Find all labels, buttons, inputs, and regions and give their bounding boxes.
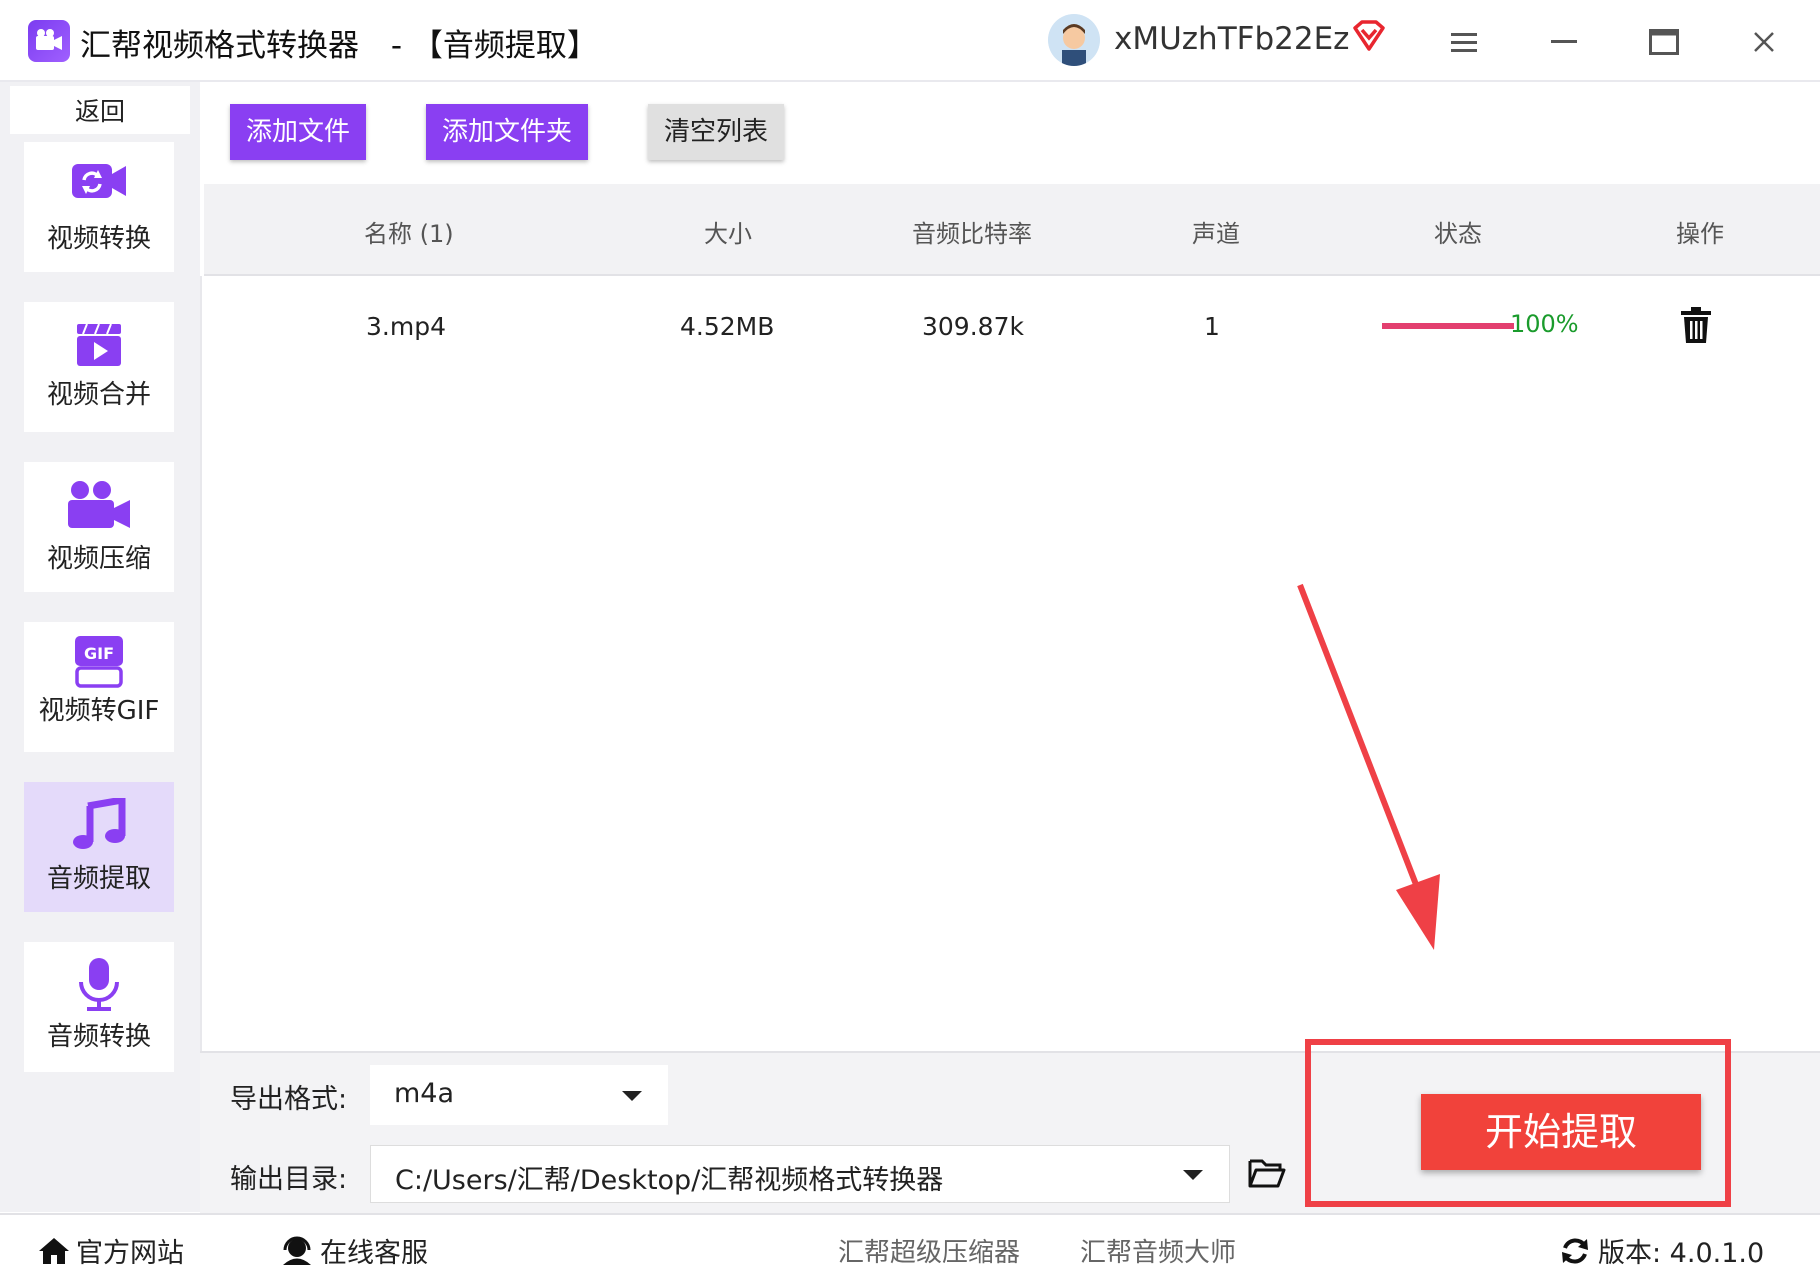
page-subtitle: - 【音频提取】 — [390, 28, 598, 64]
sidebar-item-label: 视频合并 — [46, 380, 151, 410]
table-header: 名称 (1) 大小 音频比特率 声道 状态 操作 — [204, 184, 1820, 276]
start-extract-button[interactable]: 开始提取 — [1421, 1094, 1701, 1170]
output-dir-select[interactable]: C:/Users/汇帮/Desktop/汇帮视频格式转换器 — [370, 1145, 1230, 1203]
status-text: 100% — [1510, 310, 1579, 338]
file-list — [200, 276, 1820, 1051]
title-bar: 汇帮视频格式转换器 - 【音频提取】 xMUzhTFb22Ez — [0, 0, 1820, 82]
column-header-channels[interactable]: 声道 — [1192, 214, 1240, 249]
folder-open-icon[interactable] — [1248, 1157, 1286, 1193]
sidebar-item-label: 视频转换 — [46, 224, 151, 254]
online-support-link[interactable]: 在线客服 — [280, 1231, 428, 1270]
svg-text:GIF: GIF — [84, 644, 114, 663]
add-folder-button[interactable]: 添加文件夹 — [426, 104, 588, 160]
format-label: 导出格式: — [230, 1084, 348, 1115]
progress-bar — [1382, 323, 1514, 329]
maximize-icon[interactable] — [1642, 20, 1686, 64]
output-dir-value: C:/Users/汇帮/Desktop/汇帮视频格式转换器 — [395, 1165, 944, 1196]
column-header-actions[interactable]: 操作 — [1676, 214, 1724, 249]
sidebar-item-label: 视频转GIF — [38, 696, 160, 726]
menu-icon[interactable] — [1442, 20, 1486, 64]
footer: 官方网站 在线客服 汇帮超级压缩器 汇帮音频大师 版本: 4.0.1.0 — [0, 1213, 1820, 1280]
video-merge-icon — [24, 320, 174, 368]
audio-master-link[interactable]: 汇帮音频大师 — [1080, 1232, 1236, 1269]
video-convert-icon — [24, 160, 174, 202]
clear-list-button[interactable]: 清空列表 — [648, 104, 784, 160]
official-website-link[interactable]: 官方网站 — [38, 1231, 184, 1270]
sidebar-item-label: 音频转换 — [46, 1022, 151, 1052]
output-settings: 导出格式: m4a 输出目录: C:/Users/汇帮/Desktop/汇帮视频… — [200, 1039, 1820, 1213]
sidebar-item-audio-extract[interactable]: 音频提取 — [24, 782, 174, 912]
gif-icon: GIF — [24, 634, 174, 688]
headset-icon — [283, 1236, 311, 1265]
column-header-size[interactable]: 大小 — [704, 214, 752, 249]
version-info[interactable]: 版本: 4.0.1.0 — [1560, 1231, 1764, 1270]
avatar-icon — [1048, 14, 1100, 66]
format-value: m4a — [394, 1078, 455, 1109]
column-header-name[interactable]: 名称 (1) — [364, 214, 454, 249]
online-support-label: 在线客服 — [320, 1238, 428, 1269]
chevron-down-icon — [622, 1091, 642, 1101]
add-file-button[interactable]: 添加文件 — [230, 104, 366, 160]
microphone-icon — [24, 956, 174, 1012]
back-button[interactable]: 返回 — [10, 86, 190, 134]
sidebar-item-label: 视频压缩 — [46, 544, 151, 574]
app-logo — [28, 20, 70, 62]
chevron-down-icon — [1183, 1170, 1203, 1180]
toolbar: 添加文件 添加文件夹 清空列表 — [200, 82, 1820, 182]
format-select[interactable]: m4a — [370, 1065, 668, 1125]
vip-diamond-icon[interactable] — [1352, 20, 1386, 56]
file-name: 3.mp4 — [366, 312, 446, 341]
sidebar-item-audio-convert[interactable]: 音频转换 — [24, 942, 174, 1072]
audio-channels: 1 — [1204, 312, 1220, 341]
window-title: 汇帮视频格式转换器 - 【音频提取】 — [80, 20, 598, 65]
trash-icon[interactable] — [1680, 306, 1712, 348]
close-icon[interactable] — [1742, 20, 1786, 64]
sidebar-item-video-gif[interactable]: GIF 视频转GIF — [24, 622, 174, 752]
minimize-icon[interactable] — [1542, 20, 1586, 64]
refresh-icon — [1562, 1238, 1588, 1263]
music-note-icon — [24, 798, 174, 850]
video-compress-icon — [24, 480, 174, 530]
column-header-bitrate[interactable]: 音频比特率 — [912, 214, 1032, 249]
official-website-label: 官方网站 — [76, 1238, 184, 1269]
super-compressor-link[interactable]: 汇帮超级压缩器 — [838, 1232, 1020, 1269]
sidebar-item-video-convert[interactable]: 视频转换 — [24, 142, 174, 272]
audio-bitrate: 309.87k — [922, 312, 1024, 341]
version-label: 版本: 4.0.1.0 — [1598, 1238, 1765, 1269]
camera-icon — [36, 29, 62, 50]
column-header-status[interactable]: 状态 — [1434, 214, 1482, 249]
app-name: 汇帮视频格式转换器 — [80, 28, 359, 64]
output-dir-label: 输出目录: — [230, 1164, 348, 1195]
sidebar-item-video-compress[interactable]: 视频压缩 — [24, 462, 174, 592]
sidebar-item-label: 音频提取 — [46, 864, 151, 894]
sidebar: 返回 视频转换 视频合并 视频压缩 GIF 视频转GIF 音频提取 音频转换 — [0, 82, 200, 1212]
sidebar-item-video-merge[interactable]: 视频合并 — [24, 302, 174, 432]
home-icon — [39, 1237, 69, 1264]
table-row[interactable]: 3.mp4 4.52MB 309.87k 1 100% — [204, 290, 1820, 362]
file-size: 4.52MB — [680, 312, 775, 341]
avatar[interactable] — [1048, 14, 1100, 66]
username: xMUzhTFb22Ez — [1114, 21, 1350, 57]
